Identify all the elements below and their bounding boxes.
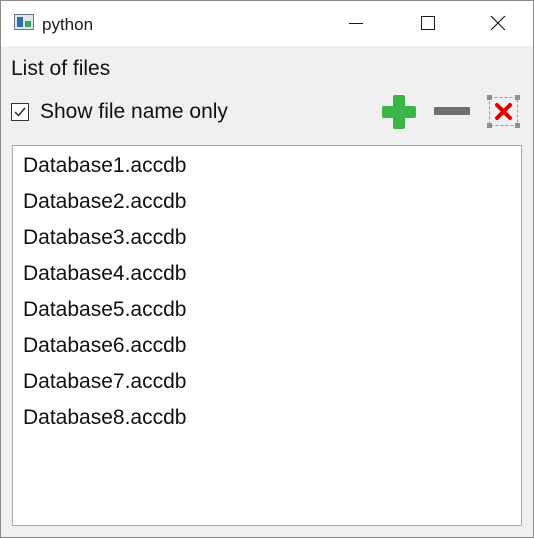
file-list-item[interactable]: Database2.accdb: [23, 190, 186, 214]
file-list-item[interactable]: Database8.accdb: [23, 406, 186, 430]
title-bar: python: [1, 1, 533, 46]
file-list-item[interactable]: Database6.accdb: [23, 334, 186, 358]
add-file-button[interactable]: [379, 92, 419, 132]
file-list-item[interactable]: Database7.accdb: [23, 370, 186, 394]
file-list-item[interactable]: Database4.accdb: [23, 262, 186, 286]
plus-icon: [382, 95, 416, 129]
checkmark-icon: [14, 107, 26, 117]
minimize-button[interactable]: [321, 1, 391, 46]
close-icon: [490, 15, 506, 31]
close-button[interactable]: [463, 1, 533, 46]
file-list[interactable]: Database1.accdb Database2.accdb Database3.…: [12, 145, 522, 526]
list-of-files-label: List of files: [11, 57, 111, 80]
remove-file-button[interactable]: [432, 92, 472, 132]
show-file-name-only-option[interactable]: Show file name only: [11, 99, 228, 125]
maximize-icon: [421, 16, 435, 30]
file-list-item[interactable]: Database5.accdb: [23, 298, 186, 322]
minimize-icon: [349, 23, 363, 24]
file-list-item[interactable]: Database3.accdb: [23, 226, 186, 250]
delete-x-icon: [487, 95, 520, 128]
show-file-name-only-checkbox[interactable]: [11, 103, 29, 121]
app-icon: [14, 14, 34, 30]
maximize-button[interactable]: [393, 1, 463, 46]
clear-list-button[interactable]: [484, 92, 524, 132]
file-list-item[interactable]: Database1.accdb: [23, 154, 186, 178]
window-title: python: [42, 15, 94, 34]
minus-icon: [434, 107, 470, 115]
show-file-name-only-label: Show file name only: [40, 100, 228, 123]
app-window: python List of files Show file name only: [0, 0, 534, 538]
